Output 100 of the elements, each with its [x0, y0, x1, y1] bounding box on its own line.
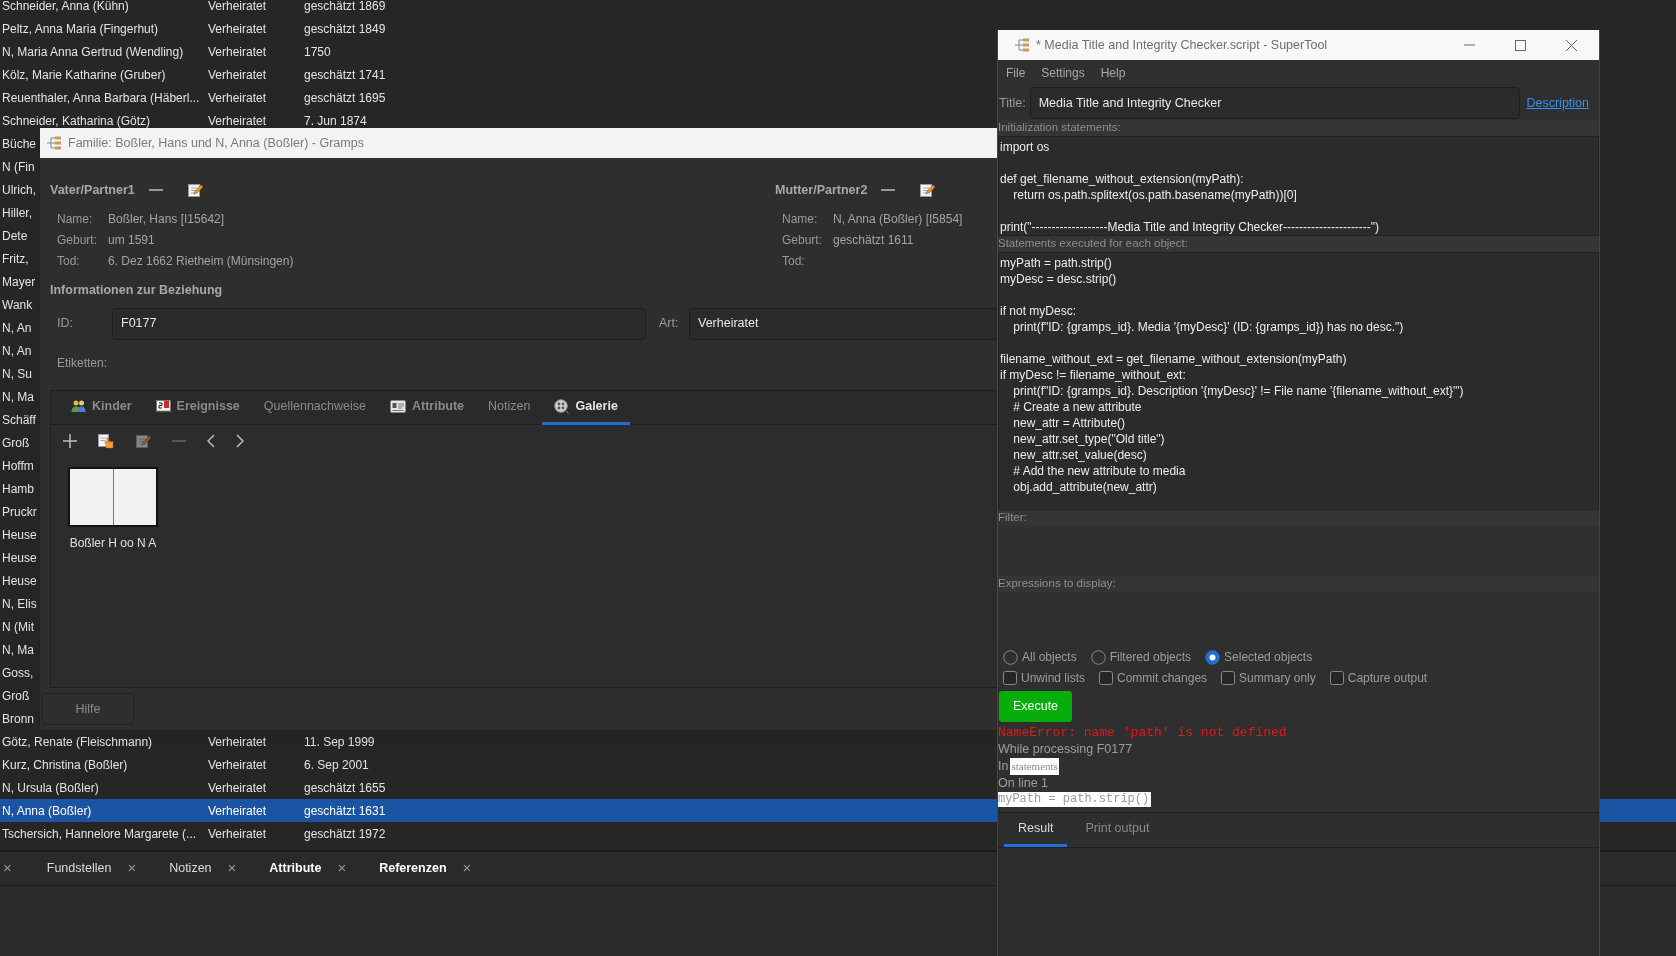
type-field[interactable]: Verheiratet: [689, 307, 997, 340]
section-label: Initialization statements:: [998, 120, 1599, 136]
field-label: Title:: [998, 94, 1026, 112]
id-card-icon: [390, 399, 406, 413]
list-cell-text: Ulrich,: [1, 181, 36, 199]
list-cell-text: Verheiratet: [208, 825, 268, 843]
list-cell-text: Goss,: [1, 664, 34, 682]
checkbox-label: Summary only: [1239, 670, 1316, 687]
notebook-tab[interactable]: Galerie: [542, 390, 630, 425]
section-heading: Vater/Partner1: [50, 181, 135, 199]
checkbox-label: Capture output: [1347, 670, 1428, 687]
list-cell-text: Verheiratet: [208, 66, 268, 84]
list-cell-text: geschätzt 1972: [304, 825, 386, 843]
close-tab-button[interactable]: ×: [462, 857, 472, 880]
list-cell-text: Heuse: [1, 526, 37, 544]
notebook-tab[interactable]: Notizen: [476, 390, 543, 425]
hand-pointer-icon[interactable]: [98, 432, 114, 449]
list-cell-text: Schneider, Katharina (Götz): [1, 112, 152, 130]
id-field[interactable]: F0177: [112, 307, 646, 340]
list-cell-text: 11. Sep 1999: [304, 733, 375, 751]
panel-tab[interactable]: Referenzen: [379, 859, 447, 878]
output-text: On line 1: [998, 775, 1050, 792]
menu-item[interactable]: File: [1006, 64, 1026, 82]
help-button[interactable]: Hilfe: [42, 693, 134, 725]
result-tab[interactable]: Print output: [1071, 812, 1164, 847]
list-cell-text: Verheiratet: [208, 43, 268, 61]
field-label: Geburt:: [57, 231, 99, 249]
section-heading: Mutter/Partner2: [775, 181, 868, 199]
close-tab-button[interactable]: ×: [227, 857, 237, 880]
notebook-tab[interactable]: Ereignisse: [143, 390, 252, 425]
list-cell-text: geschätzt 1849: [304, 20, 386, 38]
chevron-right-icon[interactable]: [236, 433, 244, 448]
edit-icon[interactable]: [186, 182, 203, 198]
panel-tab[interactable]: Notizen: [169, 859, 212, 878]
checkbox-label: Commit changes: [1117, 670, 1208, 687]
field-label: Tod:: [782, 252, 806, 270]
execute-button[interactable]: Execute: [999, 691, 1072, 722]
notebook-tab[interactable]: Quellennachweise: [251, 390, 378, 425]
edit-icon[interactable]: [919, 182, 936, 198]
description-link[interactable]: Description: [1526, 93, 1589, 113]
list-cell-text: 6. Sep 2001: [304, 756, 369, 774]
notebook-tab[interactable]: Kinder: [59, 390, 144, 425]
title-field[interactable]: Media Title and Integrity Checker: [1029, 87, 1520, 119]
section-label: Expressions to display:: [998, 576, 1599, 592]
list-cell-text: Verheiratet: [208, 733, 268, 751]
output-text: In: [998, 758, 1009, 776]
field-label: Art:: [659, 315, 680, 333]
thumbnail-caption: Boßler H oo N A: [69, 534, 157, 552]
checkbox-label: Unwind lists: [1021, 670, 1086, 687]
code-editor[interactable]: import os def get_filename_without_extension(myPath): return os.path.splitext(os.path.basename(myPath))[0] print("-------------------Media Title and Integrity Checker----------------------"): [998, 136, 1599, 236]
checkbox[interactable]: [1003, 671, 1017, 685]
list-cell-text: Pruckr: [1, 503, 37, 521]
radio-button[interactable]: [1205, 649, 1221, 665]
field-label: Name:: [782, 210, 819, 228]
list-cell-text: N, Anna (Boßler): [1, 802, 93, 820]
add-icon[interactable]: [63, 433, 77, 448]
close-icon[interactable]: [1566, 39, 1577, 51]
checkbox[interactable]: [1099, 671, 1114, 685]
field-label: Geburt:: [782, 231, 824, 249]
list-cell-text: Peltz, Anna Maria (Fingerhut): [1, 20, 160, 38]
close-tab-button[interactable]: ×: [127, 857, 137, 880]
list-cell-text: N (Fin: [1, 158, 35, 176]
remove-icon[interactable]: [881, 188, 896, 192]
list-cell-text: Schäff: [1, 411, 36, 429]
radio-button[interactable]: [1090, 649, 1106, 665]
list-cell-text: Verheiratet: [208, 0, 268, 15]
photo-placeholder[interactable]: [68, 466, 158, 527]
menu-item[interactable]: Settings: [1041, 64, 1085, 82]
section-heading: Informationen zur Beziehung: [50, 282, 224, 299]
section-label: Filter:: [998, 510, 1599, 526]
list-cell-text: 7. Jun 1874: [304, 112, 367, 130]
list-cell-text: N, Ma: [1, 388, 34, 406]
list-cell-text: Verheiratet: [208, 89, 268, 107]
close-tab-button[interactable]: ×: [337, 857, 347, 880]
list-cell-text: Heuse: [1, 572, 37, 590]
code-editor[interactable]: myPath = path.strip() myDesc = desc.strip() if not myDesc: print(f"ID: {gramps_id}. Media '{myDesc}' (ID: {gramps_id}) has no desc.") filename_without_ext = get_filename_without_extension(myPath) if myDesc != filename_without_ext: print(f"ID: {gramps_id}. Description '{myDesc}' != File name '{filename_without_ext}'") # Create a new attribute new_attr = Attribute() new_attr.set_type("Old title") new_attr.set_value(desc) # Add the new attribute to media obj.add_attribute(new_attr): [998, 252, 1599, 510]
maximize-icon[interactable]: [1515, 39, 1526, 51]
list-cell-text: Reuenthaler, Anna Barbara (Häberl...: [1, 89, 201, 107]
notebook-tab[interactable]: Attribute: [378, 390, 477, 425]
panel-tab[interactable]: Attribute: [269, 859, 322, 878]
list-cell-text: geschätzt 1655: [304, 779, 386, 797]
list-cell-text: Verheiratet: [208, 20, 268, 38]
list-cell-text: N, Elis: [1, 595, 37, 613]
panel-tab[interactable]: Fundstellen: [46, 859, 112, 878]
radio-label: All objects: [1022, 649, 1077, 666]
family-tree-icon: [46, 136, 62, 150]
checkbox[interactable]: [1221, 671, 1236, 685]
chevron-left-icon[interactable]: [207, 433, 215, 448]
checkbox[interactable]: [1329, 671, 1344, 685]
remove-icon[interactable]: [148, 188, 163, 192]
family-tree-icon: [1014, 38, 1030, 52]
list-cell-text: N, An: [1, 319, 32, 337]
list-cell-text: Verheiratet: [208, 756, 268, 774]
field-value: um 1591: [108, 231, 155, 249]
menu-item[interactable]: Help: [1100, 64, 1126, 82]
list-cell-text: Hoffm: [1, 457, 34, 475]
list-cell-text: Büche: [1, 135, 37, 153]
list-cell-text: N, Maria Anna Gertrud (Wendling): [1, 43, 185, 61]
radio-button[interactable]: [1003, 649, 1018, 665]
close-tab-button[interactable]: ×: [1, 857, 14, 880]
